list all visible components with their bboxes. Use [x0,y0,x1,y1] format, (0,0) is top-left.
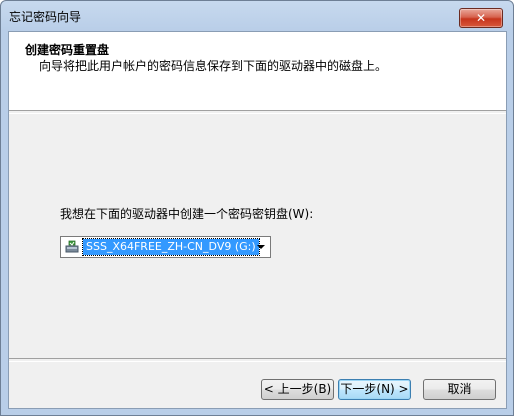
back-button[interactable]: < 上一步(B) [261,379,334,400]
cancel-button[interactable]: 取消 [423,379,496,400]
next-button[interactable]: 下一步(N) > [338,379,411,400]
drive-prompt-label: 我想在下面的驱动器中创建一个密码密钥盘(W): [60,207,314,221]
wizard-header: 创建密码重置盘 向导将把此用户帐户的密码信息保存到下面的驱动器中的磁盘上。 [9,32,506,110]
window-title: 忘记密码向导 [9,10,82,24]
page-title: 创建密码重置盘 [25,43,110,57]
title-bar[interactable]: 忘记密码向导 ✕ [1,1,513,31]
close-icon: ✕ [475,11,487,25]
drive-icon [65,240,79,253]
chevron-down-icon[interactable] [255,241,267,253]
wizard-window: 忘记密码向导 ✕ 创建密码重置盘 向导将把此用户帐户的密码信息保存到下面的驱动器… [0,0,514,416]
close-button[interactable]: ✕ [459,8,503,28]
page-subtitle: 向导将把此用户帐户的密码信息保存到下面的驱动器中的磁盘上。 [39,59,388,73]
footer-divider [9,358,506,362]
drive-select-value: SSS_X64FREE_ZH-CN_DV9 (G:) [82,238,260,256]
drive-select[interactable]: SSS_X64FREE_ZH-CN_DV9 (G:) [60,236,271,258]
wizard-client-area: 创建密码重置盘 向导将把此用户帐户的密码信息保存到下面的驱动器中的磁盘上。 我想… [8,31,507,409]
header-divider [9,110,506,114]
